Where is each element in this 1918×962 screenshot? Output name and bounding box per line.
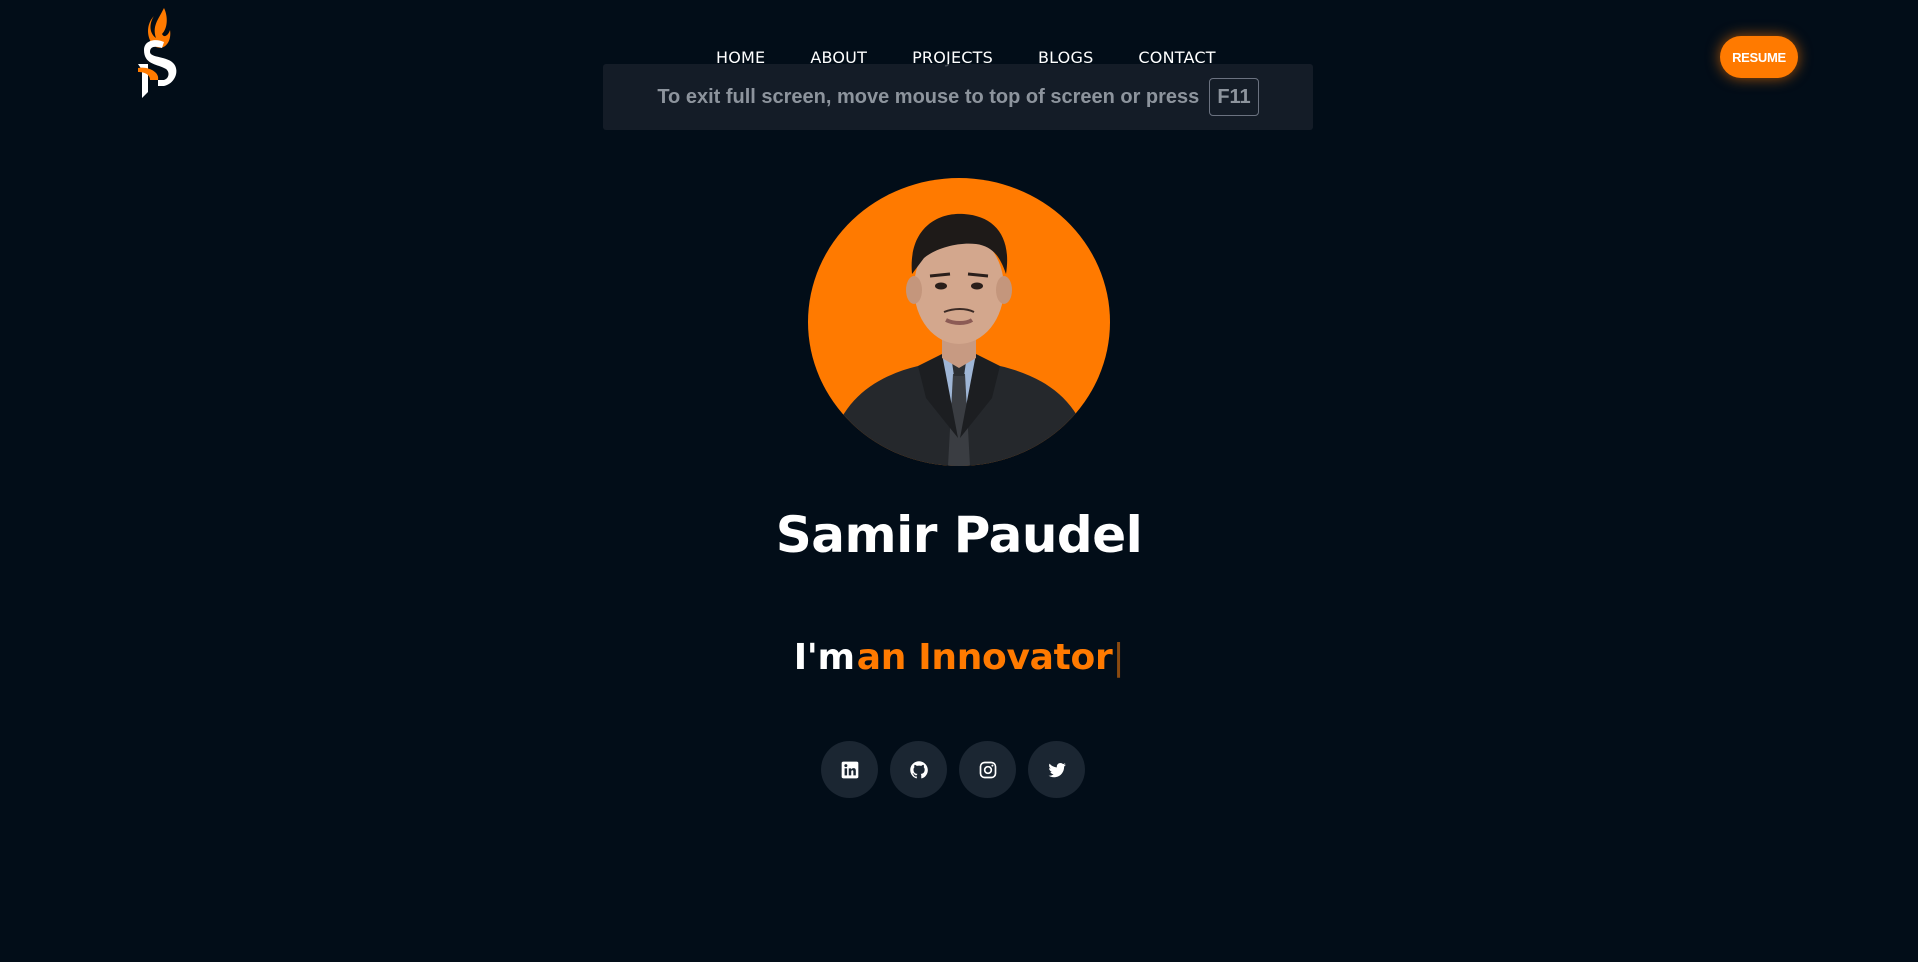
person-portrait-icon — [828, 213, 1092, 466]
profile-photo — [808, 178, 1110, 466]
hero-tagline: I'man Innovator| — [0, 637, 1918, 678]
twitter-link[interactable] — [1028, 741, 1085, 798]
portfolio-page: HOME ABOUT PROJECTS BLOGS CONTACT RESUME… — [0, 0, 1918, 962]
tagline-role: an Innovator — [856, 637, 1113, 678]
social-links — [821, 741, 1085, 798]
tagline-intro: I'm — [793, 637, 855, 678]
github-link[interactable] — [890, 741, 947, 798]
instagram-link[interactable] — [959, 741, 1016, 798]
hero-name: Samir Paudel — [775, 506, 1143, 564]
instagram-icon — [979, 761, 996, 778]
resume-button[interactable]: RESUME — [1720, 36, 1798, 78]
linkedin-link[interactable] — [821, 741, 878, 798]
fullscreen-notice-message: To exit full screen, move mouse to top o… — [657, 85, 1200, 108]
typing-cursor: | — [1112, 637, 1125, 678]
fullscreen-notice: To exit full screen, move mouse to top o… — [603, 64, 1313, 130]
github-icon — [909, 760, 928, 778]
linkedin-icon — [841, 761, 858, 778]
sp-flame-logo-icon[interactable] — [134, 6, 190, 98]
twitter-icon — [1047, 762, 1066, 777]
fullscreen-notice-key: F11 — [1209, 78, 1259, 116]
